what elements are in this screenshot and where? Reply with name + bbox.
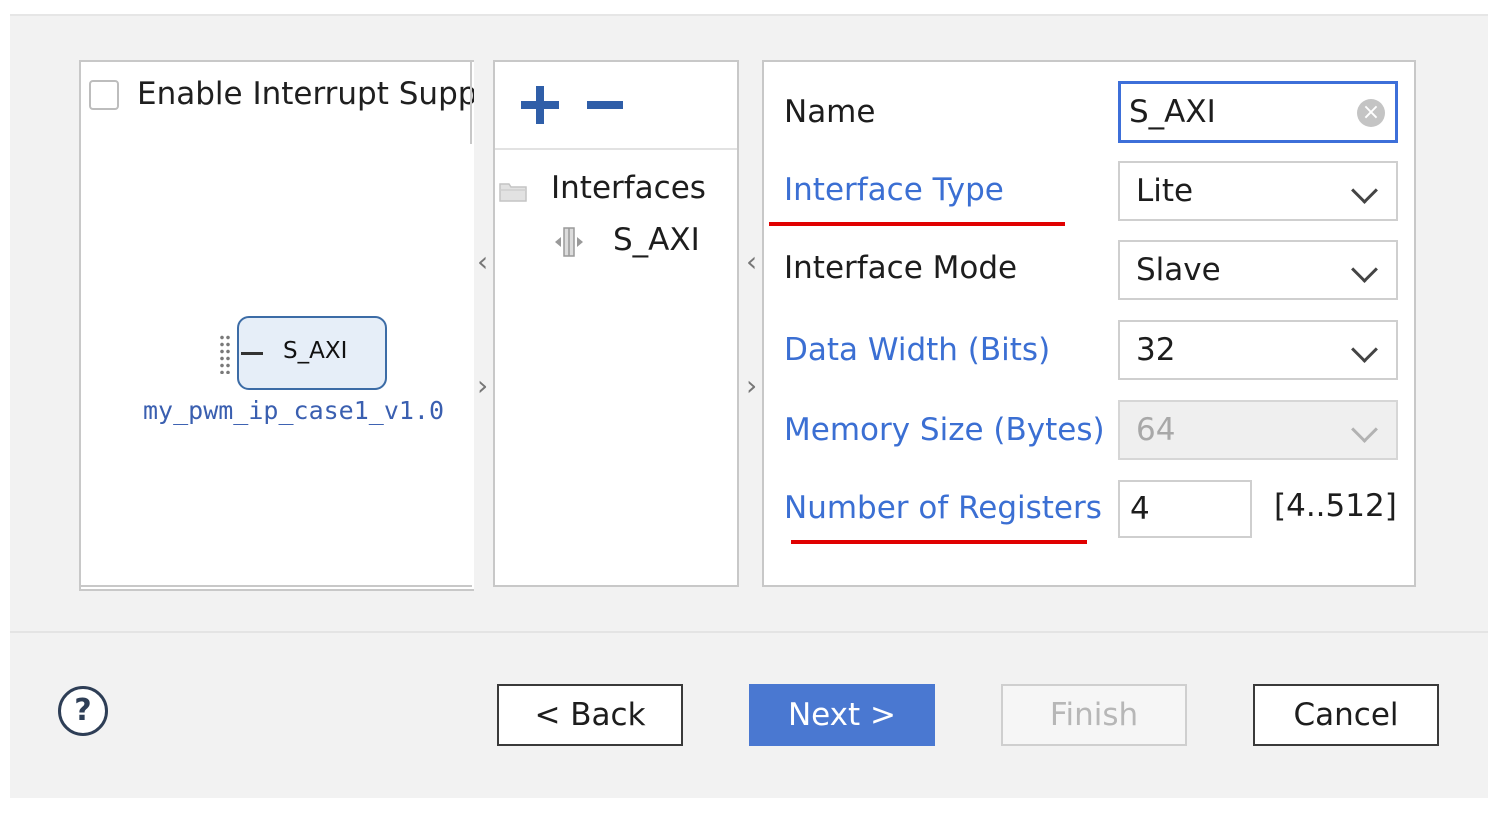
chevron-down-icon [1351,416,1378,443]
panel-edge [470,60,472,144]
ip-port-label: S_AXI [283,338,348,364]
ip-symbol-panel: Enable Interrupt Supp S_AXI my_pwm_ip_ca… [79,60,474,591]
annotation-underline [769,222,1065,226]
chevron-down-icon [1351,336,1378,363]
expand-right-arrow-icon[interactable]: › [746,372,757,400]
expand-right-arrow-icon[interactable]: › [477,372,488,400]
remove-interface-minus-icon[interactable] [587,101,623,109]
interfaces-tree-panel: Interfaces S_AXI [493,60,739,587]
collapse-left-arrow-icon[interactable]: ‹ [477,248,488,276]
memory-size-label[interactable]: Memory Size (Bytes) [784,412,1105,448]
enable-interrupt-checkbox[interactable] [89,80,119,110]
interface-mode-select[interactable]: Slave [1118,240,1398,300]
tree-toolbar [495,62,737,150]
data-width-select[interactable]: 32 [1118,320,1398,380]
interface-mode-value: Slave [1136,252,1221,288]
memory-size-value: 64 [1136,412,1176,448]
enable-interrupt-label: Enable Interrupt Supp [137,76,474,112]
interface-type-value: Lite [1136,173,1194,209]
panel-edge-bottom [79,585,472,587]
memory-size-select: 64 [1118,400,1398,460]
port-pin [241,352,263,355]
num-registers-range: [4..512] [1274,488,1397,524]
ip-name-label: my_pwm_ip_case1_v1.0 [143,396,445,425]
num-registers-input-field[interactable] [1120,482,1250,536]
name-value: S_AXI [1129,94,1216,130]
footer-separator [10,631,1488,633]
tree-item-interfaces[interactable]: Interfaces [551,170,706,206]
name-field[interactable]: S_AXI × [1118,81,1398,143]
data-width-label[interactable]: Data Width (Bits) [784,332,1050,368]
folder-icon [499,183,527,202]
interface-type-label[interactable]: Interface Type [784,172,1004,208]
drag-handle-icon [219,334,231,374]
bus-interface-icon [555,227,583,257]
chevron-down-icon [1351,177,1378,204]
annotation-underline [791,540,1087,544]
data-width-value: 32 [1136,332,1176,368]
clear-icon[interactable]: × [1357,99,1385,127]
num-registers-label[interactable]: Number of Registers [784,490,1102,526]
next-button[interactable]: Next > [749,684,935,746]
finish-button: Finish [1001,684,1187,746]
interface-mode-label: Interface Mode [784,250,1018,286]
tree-item-s-axi[interactable]: S_AXI [613,222,700,258]
add-interface-plus-icon[interactable] [521,86,559,124]
num-registers-input[interactable] [1118,480,1252,538]
chevron-down-icon [1351,256,1378,283]
interface-type-select[interactable]: Lite [1118,161,1398,221]
collapse-left-arrow-icon[interactable]: ‹ [746,248,757,276]
help-icon[interactable]: ? [58,686,108,736]
name-label: Name [784,94,876,130]
back-button[interactable]: < Back [497,684,683,746]
cancel-button[interactable]: Cancel [1253,684,1439,746]
interface-properties-panel: Name S_AXI × Interface Type Lite Interfa… [762,60,1416,587]
